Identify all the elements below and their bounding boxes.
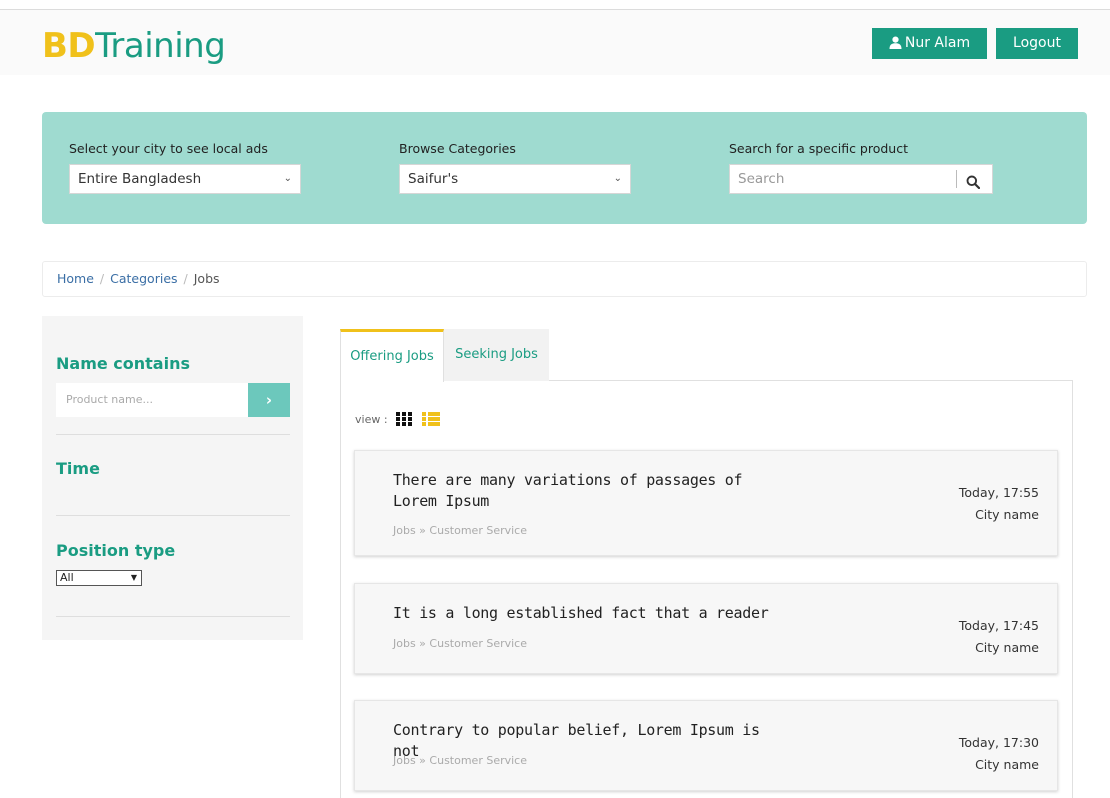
name-contains-title: Name contains [56, 354, 190, 373]
filter-sidebar: Name contains Product name... › Time Pos… [42, 316, 303, 640]
listing-card[interactable]: There are many variations of passages of… [354, 450, 1058, 556]
position-type-select[interactable]: All ▼ [56, 570, 142, 586]
listing-city: City name [975, 757, 1039, 772]
category-label: Browse Categories [399, 141, 516, 156]
category-select-value: Saifur's [408, 171, 459, 187]
city-select[interactable]: Entire Bangladesh ⌄ [69, 164, 301, 194]
search-group: Search for a specific product Search [729, 140, 993, 194]
breadcrumb-home[interactable]: Home [57, 271, 94, 286]
listing-city: City name [975, 640, 1039, 655]
logo[interactable]: BDTraining [42, 26, 226, 66]
breadcrumb: Home / Categories / Jobs [42, 261, 1087, 297]
chevron-right-icon: › [265, 391, 273, 409]
search-input[interactable]: Search [729, 164, 993, 194]
listing-time: Today, 17:30 [958, 735, 1039, 750]
position-type-value: All [60, 571, 74, 584]
search-placeholder: Search [738, 171, 785, 187]
chevron-down-icon: ⌄ [283, 173, 292, 184]
list-view-icon[interactable] [421, 411, 441, 427]
chevron-down-icon: ⌄ [613, 173, 622, 184]
search-panel: Select your city to see local ads Entire… [42, 112, 1087, 224]
time-title: Time [56, 459, 100, 478]
listing-title[interactable]: There are many variations of passages of… [393, 470, 773, 512]
user-profile-button[interactable]: Nur Alam [872, 28, 987, 59]
view-label: view : [355, 413, 388, 426]
listing-category: Jobs » Customer Service [393, 524, 527, 537]
category-select[interactable]: Saifur's ⌄ [399, 164, 631, 194]
search-label: Search for a specific product [729, 141, 908, 156]
tab-offering-jobs[interactable]: Offering Jobs [340, 329, 444, 382]
listing-card[interactable]: It is a long established fact that a rea… [354, 583, 1058, 674]
listing-time: Today, 17:55 [958, 485, 1039, 500]
view-switcher: view : [355, 410, 441, 430]
search-button[interactable] [966, 171, 981, 199]
name-filter-go-button[interactable]: › [248, 383, 290, 417]
listing-category: Jobs » Customer Service [393, 754, 527, 767]
breadcrumb-current: Jobs [193, 271, 220, 286]
user-name-label: Nur Alam [904, 35, 971, 51]
position-type-title: Position type [56, 541, 176, 560]
search-divider [956, 170, 957, 188]
logo-part-bd: BD [42, 26, 96, 66]
logout-button[interactable]: Logout [996, 28, 1078, 59]
listing-category: Jobs » Customer Service [393, 637, 527, 650]
listing-city: City name [975, 507, 1039, 522]
grid-view-icon[interactable] [395, 411, 413, 427]
listing-card[interactable]: Contrary to popular belief, Lorem Ipsum … [354, 700, 1058, 791]
breadcrumb-separator: / [183, 271, 188, 286]
chevron-down-icon: ▼ [130, 573, 137, 582]
product-name-input[interactable]: Product name... [56, 383, 248, 417]
breadcrumb-separator: / [99, 271, 105, 286]
listing-title[interactable]: It is a long established fact that a rea… [393, 603, 773, 624]
city-label: Select your city to see local ads [69, 141, 268, 156]
category-group: Browse Categories Saifur's ⌄ [399, 140, 631, 194]
divider [56, 434, 290, 435]
search-icon [966, 175, 981, 190]
user-icon [889, 36, 902, 49]
city-select-value: Entire Bangladesh [78, 171, 202, 187]
divider [56, 616, 290, 617]
logo-part-training: Training [95, 26, 226, 66]
tab-seeking-jobs[interactable]: Seeking Jobs [444, 329, 549, 381]
listing-time: Today, 17:45 [958, 618, 1039, 633]
divider [56, 515, 290, 516]
city-group: Select your city to see local ads Entire… [69, 140, 301, 194]
breadcrumb-categories[interactable]: Categories [110, 271, 177, 286]
